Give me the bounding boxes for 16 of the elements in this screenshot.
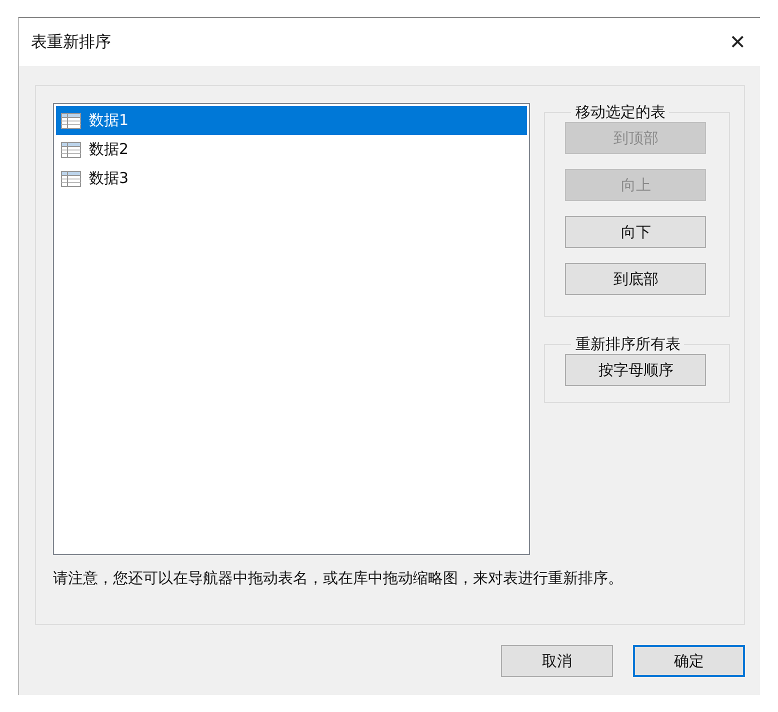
group-title: 移动选定的表 [574,103,666,122]
move-button[interactable]: 按字母顺序 [565,354,706,386]
move-button[interactable]: 到底部 [565,263,706,295]
table-list-item[interactable]: 数据1 [56,106,528,135]
table-list-item[interactable]: 数据2 [56,135,528,164]
note-text: 请注意，您还可以在导航器中拖动表名，或在库中拖动缩略图，来对表进行重新排序。 [53,569,624,588]
table-icon [61,142,81,158]
close-button[interactable]: ✕ [723,28,752,56]
table-list-item[interactable]: 数据3 [56,164,528,193]
group-title: 重新排序所有表 [574,335,682,354]
dialog-button[interactable]: 取消 [501,645,613,677]
dialog-button[interactable]: 确定 [633,645,745,677]
move-button[interactable]: 向下 [565,216,706,248]
window-title: 表重新排序 [31,32,111,52]
table-icon [61,112,81,128]
table-icon [61,170,81,186]
